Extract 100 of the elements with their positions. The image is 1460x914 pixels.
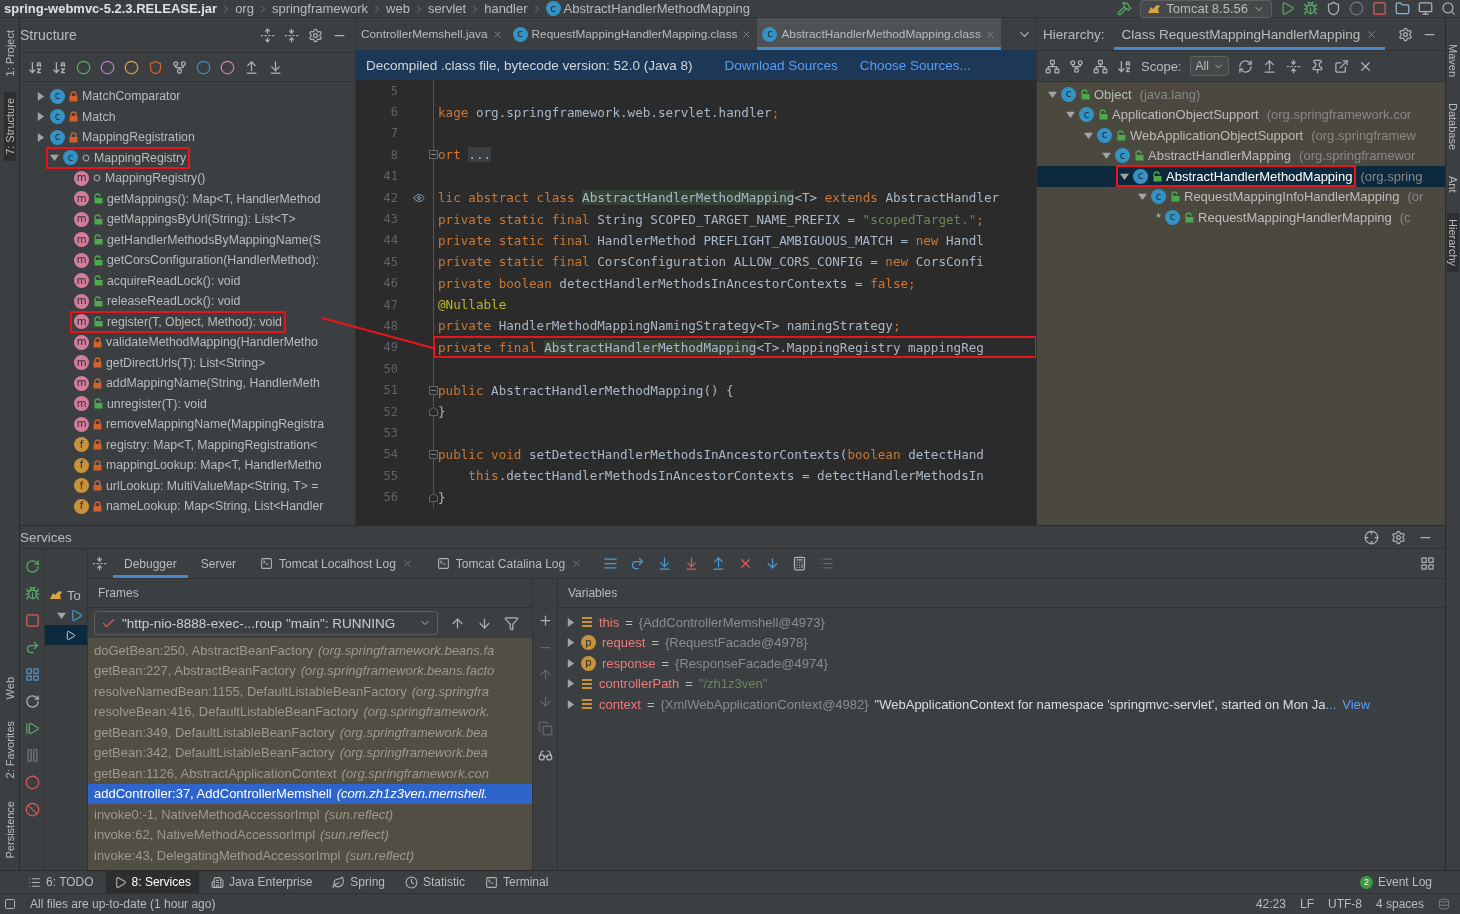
tree-item[interactable]: To (67, 587, 81, 603)
structure-item[interactable]: urlLookup: MultiValueMap<String, T> = (106, 478, 319, 493)
editor-tab[interactable]: c RequestMappingHandlerMapping.class (507, 18, 758, 50)
structure-item[interactable]: register(T, Object, Method): void (107, 314, 282, 329)
breadcrumb[interactable]: spring-webmvc-5.2.3.RELEASE.jar (4, 1, 218, 16)
stack-frame[interactable]: getBean:1126, AbstractApplicationContext (org.springframework.con (88, 763, 532, 784)
count-badge: 2 (1359, 875, 1373, 889)
run-configuration[interactable]: Tomcat 8.5.56 (1140, 0, 1272, 18)
variables-header: Variables (558, 579, 1445, 608)
tool-window-tab[interactable]: Maven (1447, 38, 1459, 84)
hierarchy-row[interactable]: c WebApplicationObjectSupport (org.springframew (1037, 125, 1445, 146)
breadcrumb[interactable]: servlet (427, 1, 467, 16)
method-icon: m (74, 191, 89, 207)
hierarchy-row[interactable]: c AbstractHandlerMethodMapping (org.spring (1037, 166, 1445, 187)
tool-window-tab[interactable]: 7: Structure (3, 92, 16, 162)
tool-tab[interactable]: 6: TODO (20, 871, 102, 893)
structure-item[interactable]: addMappingName(String, HandlerMeth (106, 376, 320, 391)
hierarchy-row[interactable]: c Object (java.lang) (1037, 84, 1445, 105)
class-icon: c (1165, 209, 1181, 225)
editor-tab[interactable]: ControllerMemshell.java (356, 18, 508, 50)
structure-item[interactable]: removeMappingName(MappingRegistra (106, 417, 325, 432)
structure-item[interactable]: MappingRegistration (82, 130, 195, 145)
tool-window-tab[interactable]: Persistence (3, 794, 16, 864)
stack-frame[interactable]: invoke:62, NativeMethodAccessorImpl (sun.reflect) (88, 824, 532, 845)
line-number: 7 (389, 126, 399, 141)
debugger-tab[interactable]: Tomcat Catalina Log (425, 549, 594, 578)
structure-item[interactable]: releaseReadLock(): void (107, 294, 241, 309)
stack-frame[interactable]: getBean:342, DefaultListableBeanFactory (org.springframework.bea (88, 742, 532, 763)
package-name: (org.springframework.cor (1266, 107, 1412, 123)
tool-window-tab[interactable]: 2: Favorites (3, 715, 16, 785)
structure-item[interactable]: getHandlerMethodsByMappingName(S (107, 232, 321, 247)
class-name: WebApplicationObjectSupport (1130, 127, 1304, 143)
method-icon: m (74, 211, 89, 227)
tool-window-tab[interactable]: Ant (1447, 170, 1459, 199)
structure-item[interactable]: validateMethodMapping(HandlerMetho (106, 335, 318, 350)
stack-frame[interactable]: getBean:227, AbstractBeanFactory (org.springframework.beans.facto (88, 660, 532, 681)
event-log-button[interactable]: 2 Event Log (1351, 871, 1440, 893)
debugger-tab[interactable]: Debugger (113, 549, 188, 578)
structure-item[interactable]: Match (82, 109, 116, 124)
debugger-tab[interactable]: Server (189, 549, 248, 578)
tool-window-tab[interactable]: Web (3, 670, 16, 706)
breadcrumb[interactable]: web (386, 1, 410, 16)
structure-item[interactable]: MatchComparator (82, 89, 181, 104)
stack-frame[interactable]: getBean:349, DefaultListableBeanFactory (org.springframework.bea (88, 722, 532, 743)
structure-item[interactable]: registry: Map<T, MappingRegistration< (106, 437, 318, 452)
structure-item[interactable]: mappingLookup: Map<T, HandlerMetho (106, 458, 322, 473)
variable-name: context (599, 696, 641, 712)
breadcrumb[interactable]: handler (484, 1, 528, 16)
breadcrumb[interactable]: AbstractHandlerMethodMapping (563, 1, 750, 16)
structure-item[interactable]: acquireReadLock(): void (107, 273, 241, 288)
breadcrumb[interactable]: springframework (271, 1, 368, 16)
tool-window-tab[interactable]: Database (1447, 97, 1459, 157)
tool-window-tab[interactable]: 1: Project (3, 24, 16, 83)
class-icon: c (1133, 168, 1148, 184)
class-icon: c (545, 1, 561, 16)
stack-frame[interactable]: doGetBean:250, AbstractBeanFactory (org.springframework.beans.fa (88, 640, 532, 661)
scope-dropdown[interactable]: All (1190, 56, 1229, 76)
tool-tab[interactable]: Statistic (397, 871, 473, 893)
stack-frame[interactable]: invoke:43, DelegatingMethodAccessorImpl (sun.reflect) (88, 845, 532, 866)
view-link[interactable]: View (1342, 696, 1371, 712)
structure-item[interactable]: nameLookup: Map<String, List<Handler (106, 499, 324, 514)
banner-link[interactable]: Choose Sources... (859, 57, 971, 73)
class-icon: c (512, 26, 528, 42)
structure-item[interactable]: getMappingsByUrl(String): List<T> (107, 212, 296, 227)
hierarchy-row[interactable]: * c RequestMappingHandlerMapping (c (1037, 207, 1445, 228)
status-item[interactable]: UTF-8 (1327, 897, 1362, 911)
method-icon: m (74, 416, 89, 432)
line-number: 47 (382, 297, 399, 312)
hierarchy-row[interactable]: c ApplicationObjectSupport (org.springframework.cor (1037, 104, 1445, 125)
structure-item[interactable]: MappingRegistry() (105, 171, 206, 186)
tool-tab[interactable]: 8: Services (105, 871, 199, 893)
status-item[interactable]: 42:23 (1255, 897, 1286, 911)
tool-tab[interactable]: Java Enterprise (202, 871, 321, 893)
hierarchy-row[interactable]: c RequestMappingInfoHandlerMapping (or (1037, 186, 1445, 207)
structure-item[interactable]: getMappings(): Map<T, HandlerMethod (107, 191, 321, 206)
hierarchy-tab[interactable]: Class RequestMappingHandlerMapping (1113, 18, 1386, 50)
stack-frame[interactable]: resolveBean:416, DefaultListableBeanFactory (org.springframework. (88, 701, 532, 722)
class-icon: c (1097, 127, 1112, 143)
line-number: 56 (382, 490, 399, 505)
status-item[interactable]: LF (1299, 897, 1314, 911)
structure-item[interactable]: MappingRegistry (94, 150, 187, 165)
structure-item[interactable]: getCorsConfiguration(HandlerMethod): (107, 253, 319, 268)
status-item[interactable]: 4 spaces (1375, 897, 1424, 911)
line-number: 43 (382, 212, 399, 227)
hierarchy-row[interactable]: c AbstractHandlerMapping (org.springframewor (1037, 145, 1445, 166)
editor-tab[interactable]: c AbstractHandlerMethodMapping.class (757, 18, 1001, 50)
stack-frame[interactable]: resolveNamedBean:1155, DefaultListableBeanFactory (org.springfra (88, 681, 532, 702)
variable-value: {RequestFacade@4978} (664, 635, 808, 651)
tool-window-tab[interactable]: Hierarchy (1447, 212, 1459, 272)
stack-frame[interactable]: addController:37, AddControllerMemshell (com.zh1z3ven.memshell. (88, 783, 532, 804)
stack-frame[interactable]: invoke0:-1, NativeMethodAccessorImpl (sun.reflect) (88, 804, 532, 825)
breadcrumb[interactable]: org (235, 1, 254, 16)
banner-link[interactable]: Download Sources (724, 57, 838, 73)
thread-dropdown[interactable]: "http-nio-8888-exec-...roup "main": RUNNING (94, 611, 438, 635)
package-name: (org.springframew (1311, 127, 1416, 143)
debugger-tab[interactable]: Tomcat Localhost Log (249, 549, 424, 578)
structure-item[interactable]: unregister(T): void (107, 396, 207, 411)
structure-item[interactable]: getDirectUrls(T): List<String> (106, 355, 266, 370)
tool-tab[interactable]: Terminal (477, 871, 557, 893)
tool-tab[interactable]: Spring (324, 871, 393, 893)
